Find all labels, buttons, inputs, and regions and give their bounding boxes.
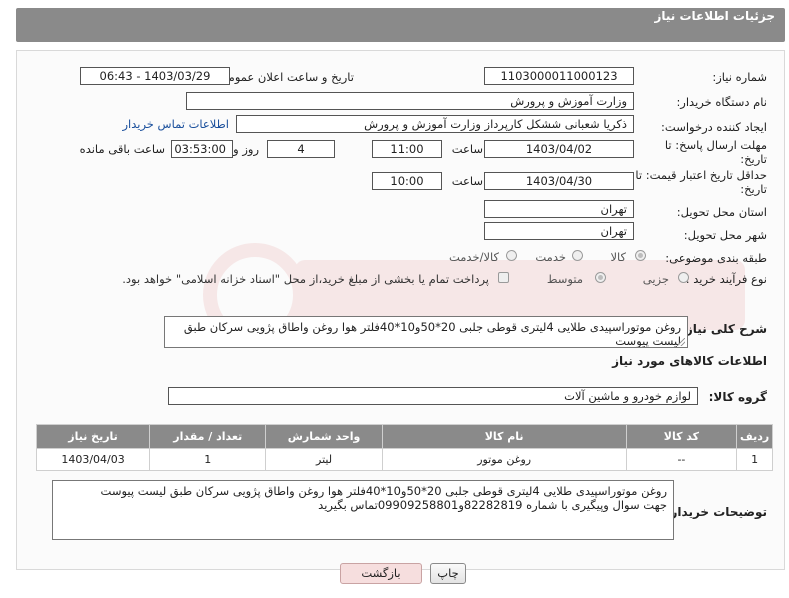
goods-table: ردیف کد کالا نام کالا واحد شمارش تعداد /… (35, 424, 773, 471)
print-button[interactable]: چاپ (430, 563, 466, 584)
cell-row-number: 1 (736, 448, 773, 471)
col-header-row-number: ردیف (736, 424, 773, 449)
category-option-service: خدمت (535, 250, 566, 264)
back-button[interactable]: بازگشت (340, 563, 422, 584)
announce-datetime-field: 1403/03/29 - 06:43 (80, 67, 230, 85)
requester-label: ایجاد کننده درخواست: (661, 120, 767, 134)
description-label: شرح کلی نیاز: (681, 322, 767, 336)
buyer-notes-line-1: روغن موتوراسپیدی طلایی 4لیتری قوطی جلبی … (100, 484, 667, 498)
buyer-contact-link[interactable]: اطلاعات تماس خریدار (122, 117, 229, 131)
price-validity-date-field: 1403/04/30 (484, 172, 634, 190)
col-header-goods-code: کد کالا (625, 424, 738, 449)
description-resize-grip[interactable] (677, 338, 685, 346)
goods-group-label: گروه کالا: (708, 390, 767, 404)
price-validity-time-label: ساعت (451, 174, 483, 188)
category-label: طبقه بندی موضوعی: (665, 251, 767, 265)
price-validity-time-field: 10:00 (372, 172, 442, 190)
col-header-unit: واحد شمارش (265, 424, 383, 449)
cell-unit: لیتر (265, 448, 383, 471)
goods-section-title: اطلاعات کالاهای مورد نیاز (612, 354, 767, 368)
need-number-field: 1103000011000123 (484, 67, 634, 85)
buyer-org-field: وزارت آموزش و پرورش (186, 92, 634, 110)
deadline-label: مهلت ارسال پاسخ: تا (664, 138, 767, 152)
deadline-time-field: 11:00 (372, 140, 442, 158)
remaining-time-label: ساعت باقی مانده (79, 142, 165, 156)
category-radio-goods-service[interactable] (506, 250, 517, 261)
purchase-type-radio-minor[interactable] (678, 272, 689, 283)
purchase-type-option-minor: جزیی (642, 272, 669, 286)
purchase-type-option-medium: متوسط (546, 272, 583, 286)
purchase-type-radio-medium[interactable] (595, 272, 606, 283)
buyer-org-label: نام دستگاه خریدار: (676, 95, 767, 109)
deadline-days-field: 4 (267, 140, 335, 158)
goods-group-field: لوازم خودرو و ماشین آلات (168, 387, 698, 405)
deadline-days-label: روز و (233, 142, 259, 156)
cell-need-date: 1403/04/03 (35, 448, 151, 471)
treasury-payment-note: پرداخت تمام یا بخشی از مبلغ خرید،از محل … (122, 272, 489, 286)
buyer-notes-label: توضیحات خریدار: (665, 505, 767, 519)
deadline-time-label: ساعت (451, 142, 483, 156)
announce-datetime-label: تاریخ و ساعت اعلان عمومی: (215, 70, 354, 84)
price-validity-label: حداقل تاریخ اعتبار قیمت: تا (635, 168, 767, 182)
col-header-goods-name: نام کالا (381, 424, 627, 449)
table-row: 1 -- روغن موتور لیتر 1 1403/04/03 (35, 448, 773, 471)
deadline-date-field: 1403/04/02 (484, 140, 634, 158)
category-radio-goods[interactable] (635, 250, 646, 261)
col-header-need-date: تاریخ نیاز (35, 424, 151, 449)
description-textarea: روغن موتوراسپیدی طلایی 4لیتری قوطی جلبی … (164, 316, 688, 348)
city-label: شهر محل تحویل: (683, 228, 767, 242)
category-option-goods: کالا (610, 250, 626, 264)
remaining-time-field: 03:53:00 (171, 140, 233, 158)
col-header-quantity: تعداد / مقدار (149, 424, 267, 449)
price-validity-label-date: تاریخ: (740, 182, 767, 196)
need-number-label: شماره نیاز: (712, 70, 767, 84)
treasury-payment-checkbox[interactable] (498, 272, 509, 283)
page-title: جزئیات اطلاعات نیاز (654, 9, 775, 23)
cell-quantity: 1 (149, 448, 267, 471)
requester-field: ذکریا شعبانی ششکل کارپرداز وزارت آموزش و… (236, 115, 634, 133)
purchase-type-label: نوع فرآیند خرید : (685, 272, 767, 286)
goods-table-header-row: ردیف کد کالا نام کالا واحد شمارش تعداد /… (35, 424, 773, 449)
city-field: تهران (484, 222, 634, 240)
category-radio-service[interactable] (572, 250, 583, 261)
cell-goods-code: -- (625, 448, 738, 471)
category-option-goods-service: کالا/خدمت (448, 250, 499, 264)
deadline-label-date: تاریخ: (740, 152, 767, 166)
cell-goods-name: روغن موتور (381, 448, 627, 471)
buyer-notes-line-2: جهت سوال وپیگیری با شماره 82282819و09909… (318, 498, 667, 512)
province-field: تهران (484, 200, 634, 218)
buyer-notes-textarea: روغن موتوراسپیدی طلایی 4لیتری قوطی جلبی … (52, 480, 674, 540)
province-label: استان محل تحویل: (676, 205, 767, 219)
